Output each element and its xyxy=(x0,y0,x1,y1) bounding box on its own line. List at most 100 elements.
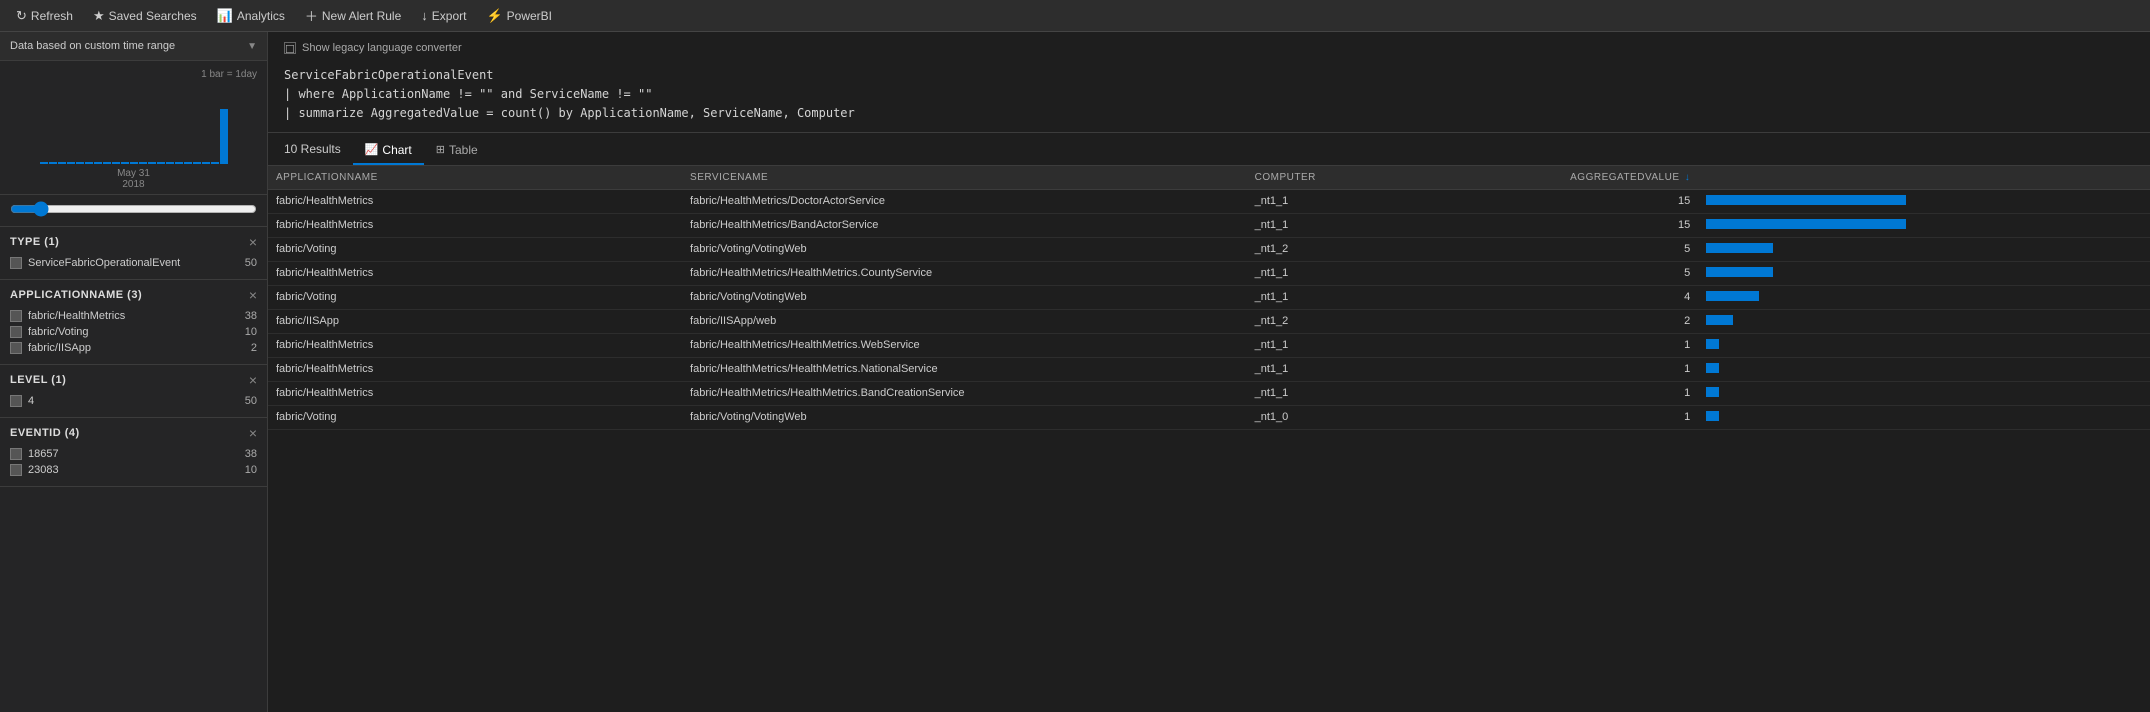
histogram-bar xyxy=(130,162,138,164)
filter-checkbox[interactable] xyxy=(10,448,22,460)
filter-section-applicationName: APPLICATIONNAME (3) × fabric/HealthMetrics… xyxy=(0,280,267,365)
filter-item[interactable]: ServiceFabricOperationalEvent50 xyxy=(10,255,257,271)
filter-item[interactable]: fabric/IISApp2 xyxy=(10,340,257,356)
filter-close-type[interactable]: × xyxy=(249,235,257,249)
col-header-aggregatedvalue[interactable]: AGGREGATEDVALUE ↓ xyxy=(1510,166,1698,190)
tab-chart[interactable]: 📈 Chart xyxy=(353,139,424,165)
cell-aggregatedvalue: 1 xyxy=(1510,333,1698,357)
time-slider[interactable] xyxy=(10,201,257,217)
filter-item[interactable]: 2308310 xyxy=(10,462,257,478)
filter-checkbox[interactable] xyxy=(10,310,22,322)
results-header: 10 Results 📈 Chart ⊞ Table xyxy=(268,133,2150,166)
filter-item-count: 50 xyxy=(245,257,257,269)
add-icon: ＋ xyxy=(305,6,318,25)
table-row[interactable]: fabric/Votingfabric/Voting/VotingWeb_nt1… xyxy=(268,405,2150,429)
histogram-bar xyxy=(139,162,147,164)
chart-tab-label: Chart xyxy=(382,143,411,157)
export-label: Export xyxy=(432,9,467,23)
cell-applicationname: fabric/Voting xyxy=(268,285,682,309)
cell-bar xyxy=(1698,285,2150,309)
filter-item-label: 18657 xyxy=(28,448,239,460)
cell-bar xyxy=(1698,261,2150,285)
filter-sections: TYPE (1)× ServiceFabricOperationalEvent50… xyxy=(0,227,267,487)
cell-computer: _nt1_0 xyxy=(1247,405,1510,429)
chart-tab-icon: 📈 xyxy=(365,143,379,156)
table-row[interactable]: fabric/HealthMetricsfabric/HealthMetrics… xyxy=(268,189,2150,213)
cell-computer: _nt1_1 xyxy=(1247,381,1510,405)
cell-servicename: fabric/IISApp/web xyxy=(682,309,1247,333)
cell-bar xyxy=(1698,309,2150,333)
histogram-bar xyxy=(67,162,75,164)
cell-computer: _nt1_1 xyxy=(1247,285,1510,309)
histogram-bar xyxy=(184,162,192,164)
filter-item[interactable]: 450 xyxy=(10,393,257,409)
bar-visualization xyxy=(1706,195,1906,205)
filter-checkbox[interactable] xyxy=(10,257,22,269)
histogram-bar xyxy=(220,109,228,164)
cell-servicename: fabric/Voting/VotingWeb xyxy=(682,285,1247,309)
time-range-selector[interactable]: Data based on custom time range ▼ xyxy=(0,32,267,61)
filter-checkbox[interactable] xyxy=(10,326,22,338)
table-row[interactable]: fabric/Votingfabric/Voting/VotingWeb_nt1… xyxy=(268,285,2150,309)
table-row[interactable]: fabric/HealthMetricsfabric/HealthMetrics… xyxy=(268,357,2150,381)
filter-item[interactable]: fabric/HealthMetrics38 xyxy=(10,308,257,324)
histogram-bar xyxy=(166,162,174,164)
filter-item-count: 38 xyxy=(245,310,257,322)
table-row[interactable]: fabric/HealthMetricsfabric/HealthMetrics… xyxy=(268,261,2150,285)
filter-item[interactable]: fabric/Voting10 xyxy=(10,324,257,340)
cell-computer: _nt1_1 xyxy=(1247,333,1510,357)
export-button[interactable]: ↓ Export xyxy=(413,2,474,30)
filter-section-eventid: EVENTID (4)×18657382308310 xyxy=(0,418,267,487)
table-row[interactable]: fabric/HealthMetricsfabric/HealthMetrics… xyxy=(268,333,2150,357)
chevron-down-icon: ▼ xyxy=(247,41,257,52)
histogram-bar xyxy=(175,162,183,164)
histogram-section: 1 bar = 1day May 312018 xyxy=(0,61,267,195)
filter-header-type: TYPE (1)× xyxy=(10,235,257,249)
filter-close-eventid[interactable]: × xyxy=(249,426,257,440)
tab-table[interactable]: ⊞ Table xyxy=(424,139,490,165)
new-alert-rule-button[interactable]: ＋ New Alert Rule xyxy=(297,2,409,30)
table-row[interactable]: fabric/HealthMetricsfabric/HealthMetrics… xyxy=(268,381,2150,405)
col-header-applicationname[interactable]: APPLICATIONNAME xyxy=(268,166,682,190)
filter-item-count: 50 xyxy=(245,395,257,407)
powerbi-button[interactable]: ⚡ PowerBI xyxy=(478,2,560,30)
filter-close-applicationName[interactable]: × xyxy=(249,288,257,302)
histogram-bar xyxy=(94,162,102,164)
table-row[interactable]: fabric/IISAppfabric/IISApp/web_nt1_22 xyxy=(268,309,2150,333)
bar-visualization xyxy=(1706,315,1733,325)
bar-visualization xyxy=(1706,363,1719,373)
legacy-checkbox[interactable]: ☐ xyxy=(284,42,296,54)
star-icon: ★ xyxy=(93,8,105,24)
refresh-button[interactable]: ↻ Refresh xyxy=(8,2,81,30)
cell-applicationname: fabric/IISApp xyxy=(268,309,682,333)
col-header-servicename[interactable]: SERVICENAME xyxy=(682,166,1247,190)
histogram-bar xyxy=(157,162,165,164)
analytics-icon: 📊 xyxy=(217,8,233,24)
table-row[interactable]: fabric/Votingfabric/Voting/VotingWeb_nt1… xyxy=(268,237,2150,261)
cell-aggregatedvalue: 1 xyxy=(1510,381,1698,405)
filter-checkbox[interactable] xyxy=(10,464,22,476)
cell-computer: _nt1_2 xyxy=(1247,309,1510,333)
table-tab-label: Table xyxy=(449,143,478,157)
results-table-container: APPLICATIONNAME SERVICENAME COMPUTER AGG… xyxy=(268,166,2150,712)
cell-servicename: fabric/HealthMetrics/DoctorActorService xyxy=(682,189,1247,213)
filter-checkbox[interactable] xyxy=(10,395,22,407)
cell-aggregatedvalue: 15 xyxy=(1510,213,1698,237)
histogram-bar xyxy=(49,162,57,164)
table-row[interactable]: fabric/HealthMetricsfabric/HealthMetrics… xyxy=(268,213,2150,237)
saved-searches-button[interactable]: ★ Saved Searches xyxy=(85,2,205,30)
filter-title-applicationName: APPLICATIONNAME (3) xyxy=(10,289,142,301)
analytics-button[interactable]: 📊 Analytics xyxy=(209,2,293,30)
filter-checkbox[interactable] xyxy=(10,342,22,354)
filter-close-level[interactable]: × xyxy=(249,373,257,387)
filter-item-count: 10 xyxy=(245,464,257,476)
cell-aggregatedvalue: 5 xyxy=(1510,237,1698,261)
analytics-label: Analytics xyxy=(237,9,285,23)
time-slider-row xyxy=(0,195,267,227)
cell-applicationname: fabric/HealthMetrics xyxy=(268,189,682,213)
cell-computer: _nt1_1 xyxy=(1247,213,1510,237)
histogram-bar xyxy=(121,162,129,164)
filter-item[interactable]: 1865738 xyxy=(10,446,257,462)
filter-section-type: TYPE (1)× ServiceFabricOperationalEvent50 xyxy=(0,227,267,280)
col-header-computer[interactable]: COMPUTER xyxy=(1247,166,1510,190)
